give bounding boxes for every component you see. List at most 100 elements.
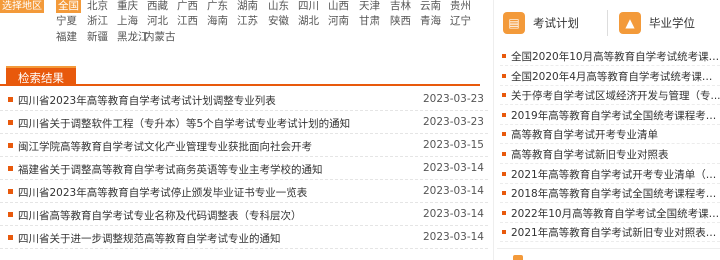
bullet-icon [8,235,13,240]
province-link[interactable]: 宁夏 [56,15,77,28]
tab-separator [607,10,608,36]
bullet-icon [502,171,506,176]
result-date: 2023-03-14 [422,185,484,197]
result-title[interactable]: 四川省高等教育自学考试专业名称及代码调整表（专科层次） [18,208,302,223]
province-link[interactable]: 福建 [56,31,77,44]
province-link[interactable]: 重庆 [117,0,138,13]
result-title[interactable]: 四川省关于进一步调整规范高等教育自学考试专业的通知 [18,231,281,246]
side-list-item[interactable]: 高等教育自学考试开考专业清单 [500,124,720,145]
side-list-item-label[interactable]: 2019年高等教育自学考试全国统考课程考试... [511,108,720,123]
graduation-cap-icon: ▲ [619,12,641,34]
province-link[interactable]: 甘肃 [359,15,380,28]
province-link[interactable]: 青海 [420,15,441,28]
side-list-item[interactable]: 2021年高等教育自学考试新旧专业对照表（... [500,222,720,243]
bullet-icon [502,230,506,235]
province-link[interactable]: 全国 [56,0,81,13]
region-label: 选择地区 [0,0,44,13]
side-list-item[interactable]: 2019年高等教育自学考试全国统考课程考试... [500,105,720,125]
province-link[interactable]: 西藏 [147,0,168,13]
document-icon: ▤ [503,12,525,34]
province-link[interactable]: 安徽 [268,15,289,28]
province-link[interactable]: 广东 [207,0,228,13]
result-row[interactable]: 四川省2023年高等教育自学考试停止颁发毕业证书专业一览表 2023-03-14 [0,181,488,203]
tab-graduation-degree-label: 毕业学位 [649,16,695,30]
result-date: 2023-03-14 [422,208,484,220]
section-icon [513,255,523,260]
province-link[interactable]: 河北 [147,15,168,28]
province-link[interactable]: 云南 [420,0,441,13]
result-row[interactable]: 四川省2023年高等教育自学考试考试计划调整专业列表 2023-03-23 [0,89,488,111]
side-list-item-label[interactable]: 关于停考自学考试区域经济开发与管理（专... [511,88,720,103]
bullet-icon [502,210,506,215]
province-link[interactable]: 天津 [359,0,380,13]
tab-graduation-degree[interactable]: ▲ 毕业学位 [619,8,695,38]
province-link[interactable]: 山东 [268,0,289,13]
province-link[interactable]: 陕西 [390,15,411,28]
province-link[interactable]: 新疆 [87,31,108,44]
result-date: 2023-03-15 [422,139,484,151]
result-date: 2023-03-23 [422,93,484,105]
side-list-item[interactable]: 关于停考自学考试区域经济开发与管理（专... [500,85,720,106]
result-row[interactable]: 福建省关于调整高等教育自学考试商务英语等专业主考学校的通知 2023-03-14 [0,158,488,180]
side-list-item-label[interactable]: 高等教育自学考试开考专业清单 [511,127,720,142]
result-title[interactable]: 闽江学院高等教育自学考试文化产业管理专业获批面向社会开考 [18,139,312,154]
side-list-item-label[interactable]: 全国2020年10月高等教育自学考试统考课程... [511,49,720,64]
side-list-item-label[interactable]: 2022年10月高等教育自学考试全国统考课程... [511,206,720,221]
side-list-item[interactable]: 全国2020年4月高等教育自学考试统考课程... [500,66,720,86]
province-link[interactable]: 湖北 [298,15,319,28]
side-list-item[interactable]: 2022年10月高等教育自学考试全国统考课程... [500,203,720,223]
region-selector: 选择地区 全国 北京 重庆 西藏 广西 广东 湖南 山东 四川 山西 天津 吉林 云南 贵州 宁夏 浙江 上海河… [0,0,480,48]
province-link[interactable]: 广西 [177,0,198,13]
tab-exam-plan[interactable]: ▤ 考试计划 [503,8,579,38]
bullet-icon [8,97,13,102]
bullet-icon [502,112,506,117]
bullet-icon [502,54,506,58]
province-link[interactable]: 浙江 [87,15,108,28]
side-list-item-label[interactable]: 2018年高等教育自学考试全国统考课程考试... [511,186,720,201]
result-title[interactable]: 福建省关于调整高等教育自学考试商务英语等专业主考学校的通知 [18,162,323,177]
column-divider [493,0,494,260]
province-link[interactable]: 山西 [328,0,349,13]
result-title[interactable]: 四川省2023年高等教育自学考试考试计划调整专业列表 [18,93,276,108]
province-link[interactable]: 四川 [298,0,319,13]
bullet-icon [502,132,506,137]
province-link[interactable]: 湖南 [237,0,258,13]
province-link[interactable]: 北京 [87,0,108,13]
side-list-item[interactable]: 2018年高等教育自学考试全国统考课程考试... [500,183,720,204]
tab-exam-plan-label: 考试计划 [533,16,579,30]
province-link[interactable]: 辽宁 [450,15,471,28]
province-link[interactable]: 贵州 [450,0,471,13]
bullet-icon [502,152,506,156]
result-row[interactable]: 四川省关于进一步调整规范高等教育自学考试专业的通知 2023-03-14 [0,227,488,249]
province-link[interactable]: 吉林 [390,0,411,13]
province-link[interactable]: 海南 [207,15,228,28]
result-title[interactable]: 四川省2023年高等教育自学考试停止颁发毕业证书专业一览表 [18,185,307,200]
result-row[interactable]: 闽江学院高等教育自学考试文化产业管理专业获批面向社会开考 2023-03-15 [0,135,488,157]
side-panel-next-section [497,248,720,260]
province-link[interactable]: 上海 [117,15,138,28]
side-list-item-label[interactable]: 高等教育自学考试新旧专业对照表 [511,147,720,162]
province-link[interactable]: 江西 [177,15,198,28]
result-date: 2023-03-23 [422,116,484,128]
side-list-item-label[interactable]: 2021年高等教育自学考试开考专业清单（普... [511,167,720,182]
side-panel-header: ▤ 考试计划 ▲ 毕业学位 [497,4,720,42]
bullet-icon [8,120,13,125]
side-list-item-label[interactable]: 全国2020年4月高等教育自学考试统考课程... [511,69,720,84]
bullet-icon [8,166,13,171]
side-list-item[interactable]: 全国2020年10月高等教育自学考试统考课程... [500,46,720,66]
result-row[interactable]: 四川省关于调整软件工程（专升本）等5个自学考试专业考试计划的通知 2023-03-… [0,112,488,134]
province-link[interactable]: 内蒙古 [144,31,176,44]
province-link[interactable]: 江苏 [237,15,258,28]
bullet-icon [502,93,506,98]
side-list-item[interactable]: 高等教育自学考试新旧专业对照表 [500,144,720,164]
bullet-icon [502,191,506,196]
result-row[interactable]: 四川省高等教育自学考试专业名称及代码调整表（专科层次） 2023-03-14 [0,204,488,226]
side-list-item-label[interactable]: 2021年高等教育自学考试新旧专业对照表（... [511,225,720,240]
bullet-icon [8,189,13,194]
province-link[interactable]: 河南 [328,15,349,28]
result-title[interactable]: 四川省关于调整软件工程（专升本）等5个自学考试专业考试计划的通知 [18,116,350,131]
tab-search-results[interactable]: 检索结果 [6,66,76,86]
result-date: 2023-03-14 [422,162,484,174]
side-list-item[interactable]: 2021年高等教育自学考试开考专业清单（普... [500,164,720,184]
bullet-icon [8,143,13,148]
